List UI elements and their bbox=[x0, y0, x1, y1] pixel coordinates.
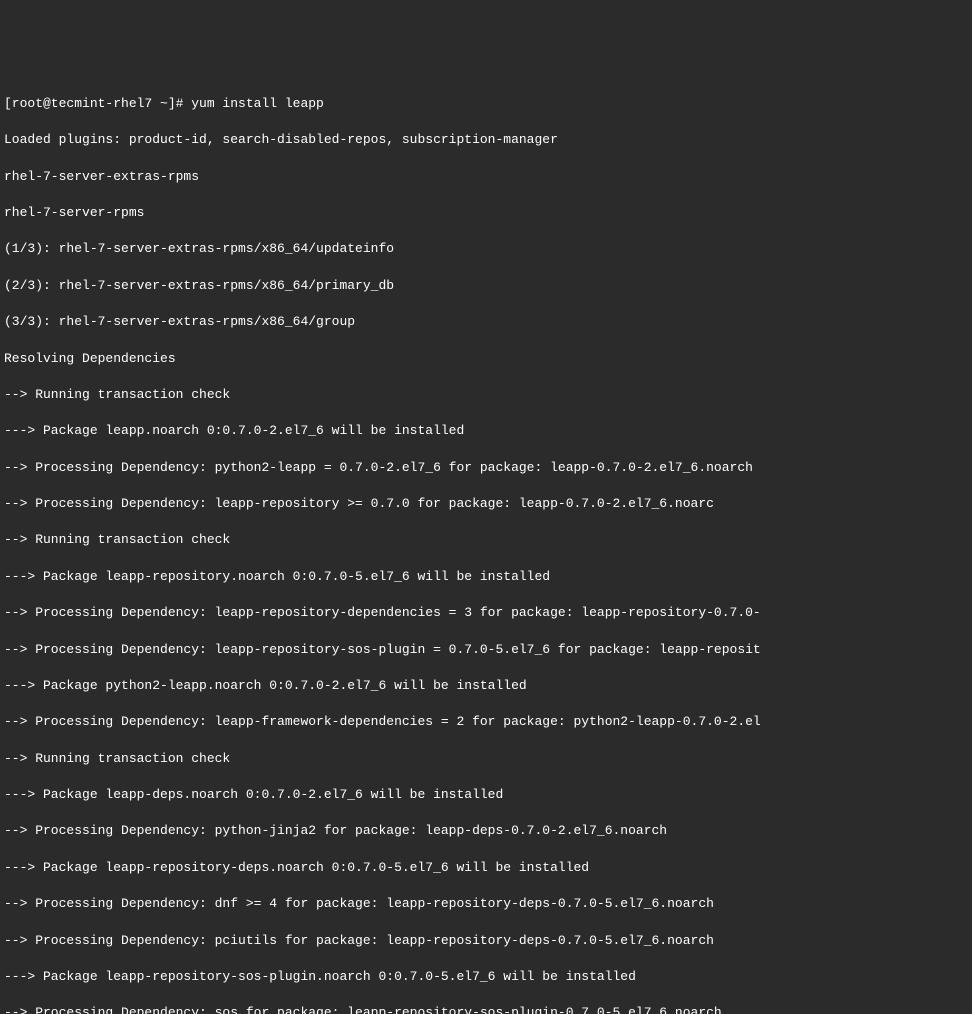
terminal-line: --> Processing Dependency: python2-leapp… bbox=[4, 459, 968, 477]
terminal-line: --> Processing Dependency: leapp-reposit… bbox=[4, 495, 968, 513]
terminal-line: --> Processing Dependency: dnf >= 4 for … bbox=[4, 895, 968, 913]
terminal-line: --> Processing Dependency: sos for packa… bbox=[4, 1004, 968, 1014]
terminal-line: --> Processing Dependency: leapp-reposit… bbox=[4, 604, 968, 622]
terminal-line: Loaded plugins: product-id, search-disab… bbox=[4, 131, 968, 149]
terminal-line: --> Processing Dependency: python-jinja2… bbox=[4, 822, 968, 840]
terminal-line: --> Running transaction check bbox=[4, 386, 968, 404]
terminal-line: ---> Package leapp-deps.noarch 0:0.7.0-2… bbox=[4, 786, 968, 804]
terminal-line: (1/3): rhel-7-server-extras-rpms/x86_64/… bbox=[4, 240, 968, 258]
terminal-line: rhel-7-server-extras-rpms bbox=[4, 168, 968, 186]
terminal-line: (2/3): rhel-7-server-extras-rpms/x86_64/… bbox=[4, 277, 968, 295]
terminal-line: --> Running transaction check bbox=[4, 531, 968, 549]
terminal-line: ---> Package leapp-repository.noarch 0:0… bbox=[4, 568, 968, 586]
terminal-line: [root@tecmint-rhel7 ~]# yum install leap… bbox=[4, 95, 968, 113]
terminal-line: (3/3): rhel-7-server-extras-rpms/x86_64/… bbox=[4, 313, 968, 331]
terminal-line: rhel-7-server-rpms bbox=[4, 204, 968, 222]
terminal-line: ---> Package leapp.noarch 0:0.7.0-2.el7_… bbox=[4, 422, 968, 440]
terminal-line: ---> Package python2-leapp.noarch 0:0.7.… bbox=[4, 677, 968, 695]
terminal-line: Resolving Dependencies bbox=[4, 350, 968, 368]
terminal-output: [root@tecmint-rhel7 ~]# yum install leap… bbox=[4, 77, 968, 1014]
terminal-line: --> Processing Dependency: pciutils for … bbox=[4, 932, 968, 950]
terminal-line: --> Processing Dependency: leapp-framewo… bbox=[4, 713, 968, 731]
terminal-line: ---> Package leapp-repository-sos-plugin… bbox=[4, 968, 968, 986]
terminal-line: --> Processing Dependency: leapp-reposit… bbox=[4, 641, 968, 659]
terminal-line: --> Running transaction check bbox=[4, 750, 968, 768]
terminal-line: ---> Package leapp-repository-deps.noarc… bbox=[4, 859, 968, 877]
